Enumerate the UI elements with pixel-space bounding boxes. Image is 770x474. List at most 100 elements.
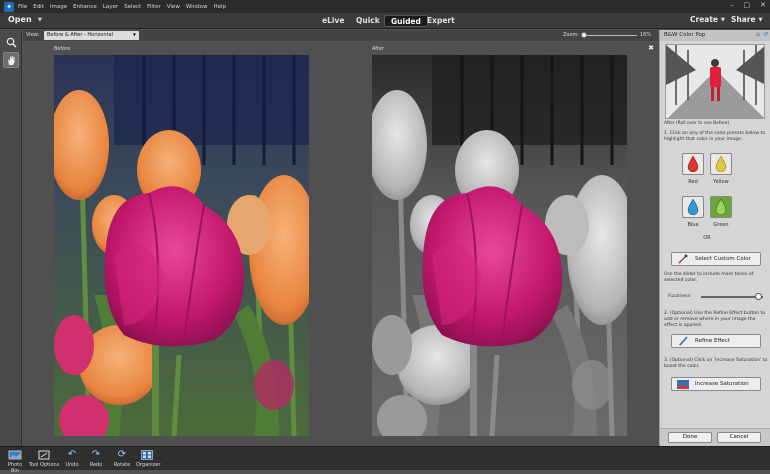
refine-effect-button[interactable]: Refine Effect [671, 334, 761, 348]
select-custom-color-button[interactable]: Select Custom Color [671, 252, 761, 266]
tool-options-label: Tool Options [28, 462, 60, 468]
minimize-button[interactable]: – [730, 1, 734, 9]
fuzziness-slider-track[interactable] [701, 296, 763, 298]
mode-quick[interactable]: Quick [350, 15, 386, 27]
zoom-tool[interactable] [3, 34, 19, 50]
redo-icon: ↷ [91, 449, 101, 460]
share-label: Share [731, 15, 756, 24]
photo-bin-icon [4, 449, 26, 460]
menu-file[interactable]: File [18, 4, 27, 10]
tool-options-icon [28, 449, 60, 460]
select-custom-color-label: Select Custom Color [695, 256, 751, 262]
close-window-button[interactable]: ✕ [760, 1, 766, 9]
menu-edit[interactable]: Edit [33, 4, 44, 10]
zoom-value: 16% [640, 32, 652, 38]
close-icon[interactable]: ✖ [648, 44, 654, 52]
done-button[interactable]: Done [668, 432, 712, 443]
menu-help[interactable]: Help [214, 4, 227, 10]
maximize-button[interactable]: □ [744, 1, 751, 9]
mode-elive[interactable]: eLive [316, 15, 350, 27]
view-select-value: Before & After - Horizontal [47, 32, 113, 38]
zoom-label: Zoom: [563, 32, 580, 38]
green-preset-label: Green [713, 222, 729, 228]
chevron-down-icon: ▼ [132, 32, 136, 37]
fuzziness-slider-handle[interactable] [754, 293, 762, 300]
yellow-drop-icon [715, 156, 727, 172]
menu-view[interactable]: View [167, 4, 180, 10]
open-dropdown-icon[interactable]: ▼ [38, 17, 42, 23]
menu-filter[interactable]: Filter [147, 4, 161, 10]
green-drop-icon [715, 199, 727, 215]
menu-image[interactable]: Image [50, 4, 67, 10]
organizer-button[interactable]: Organizer [136, 449, 161, 468]
guided-panel: B&W Color Pop ⌂ ↺ After (Roll over to se… [659, 30, 770, 446]
zoom-slider-track[interactable] [583, 35, 637, 36]
increase-saturation-button[interactable]: Increase Saturation [671, 377, 761, 391]
eyedropper-icon [677, 254, 689, 264]
zoom-icon [6, 37, 16, 47]
open-button[interactable]: Open [8, 15, 32, 24]
cancel-button[interactable]: Cancel [717, 432, 761, 443]
zoom-slider-handle[interactable] [581, 32, 587, 38]
brush-icon [677, 336, 689, 346]
window-controls: – □ ✕ [730, 1, 766, 9]
share-button[interactable]: Share ▼ [731, 15, 762, 24]
create-label: Create [690, 15, 719, 24]
blue-drop-icon [687, 199, 699, 215]
menu-select[interactable]: Select [124, 4, 141, 10]
refine-effect-label: Refine Effect [695, 338, 730, 344]
panel-header: B&W Color Pop ⌂ ↺ [660, 30, 770, 41]
mode-expert[interactable]: Expert [421, 15, 461, 27]
after-label: After [372, 46, 385, 52]
menu-window[interactable]: Window [186, 4, 208, 10]
green-preset-button[interactable] [710, 196, 732, 218]
photo-bin-button[interactable]: Photo Bin [4, 449, 26, 474]
refresh-icon[interactable]: ↺ [763, 31, 768, 38]
tool-options-button[interactable]: Tool Options [28, 449, 60, 468]
yellow-preset-button[interactable] [710, 153, 732, 175]
step1-instructions: 1. Click on any of the color presets bel… [664, 131, 766, 142]
redo-label: Redo [89, 462, 103, 468]
red-drop-icon [687, 156, 699, 172]
red-preset-button[interactable] [682, 153, 704, 175]
preview-thumbnail[interactable] [665, 44, 765, 119]
rotate-icon: ⟳ [117, 449, 127, 460]
after-photo [372, 55, 627, 436]
slider-instructions: Use the slider to include more tones of … [664, 272, 754, 283]
toolbox [0, 30, 22, 446]
step2-instructions: 2. (Optional) Use the Refine Effect butt… [664, 311, 766, 328]
view-options-bar: View: Before & After - Horizontal ▼ Zoom… [23, 30, 658, 41]
menu-enhance[interactable]: Enhance [73, 4, 97, 10]
rotate-label: Rotate [113, 462, 131, 468]
blue-preset-label: Blue [687, 222, 699, 228]
before-label: Before [54, 46, 71, 52]
or-label: OR [703, 235, 711, 241]
share-dropdown-icon: ▼ [758, 17, 763, 23]
create-dropdown-icon: ▼ [721, 17, 725, 23]
undo-button[interactable]: ↶ Undo [64, 449, 80, 468]
home-icon[interactable]: ⌂ [756, 31, 760, 38]
hand-tool[interactable] [3, 52, 19, 68]
blue-preset-button[interactable] [682, 196, 704, 218]
organizer-icon [136, 449, 158, 460]
canvas-area: Before After ✖ [23, 42, 658, 446]
yellow-preset-label: Yellow [713, 179, 729, 185]
create-button[interactable]: Create ▼ [690, 15, 725, 24]
step3-instructions: 3. (Optional) Click on 'Increase Saturat… [664, 358, 768, 369]
red-preset-label: Red [688, 179, 698, 185]
menu-bar: ✦ File Edit Image Enhance Layer Select F… [0, 0, 770, 13]
thumb-caption: After (Roll over to see Before) [664, 121, 730, 126]
panel-footer: Done Cancel [660, 428, 770, 446]
undo-label: Undo [65, 462, 79, 468]
redo-button[interactable]: ↷ Redo [88, 449, 104, 468]
undo-icon: ↶ [67, 449, 77, 460]
menu-layer[interactable]: Layer [103, 4, 118, 10]
organizer-label: Organizer [136, 462, 161, 468]
view-label: View: [26, 32, 40, 38]
before-photo [54, 55, 309, 436]
saturation-icon [677, 379, 689, 389]
increase-saturation-label: Increase Saturation [695, 381, 749, 387]
view-select[interactable]: Before & After - Horizontal ▼ [44, 31, 139, 40]
rotate-button[interactable]: ⟳ Rotate [111, 449, 133, 468]
mode-bar: Open ▼ eLive Quick Guided Expert Create ▼… [0, 13, 770, 29]
